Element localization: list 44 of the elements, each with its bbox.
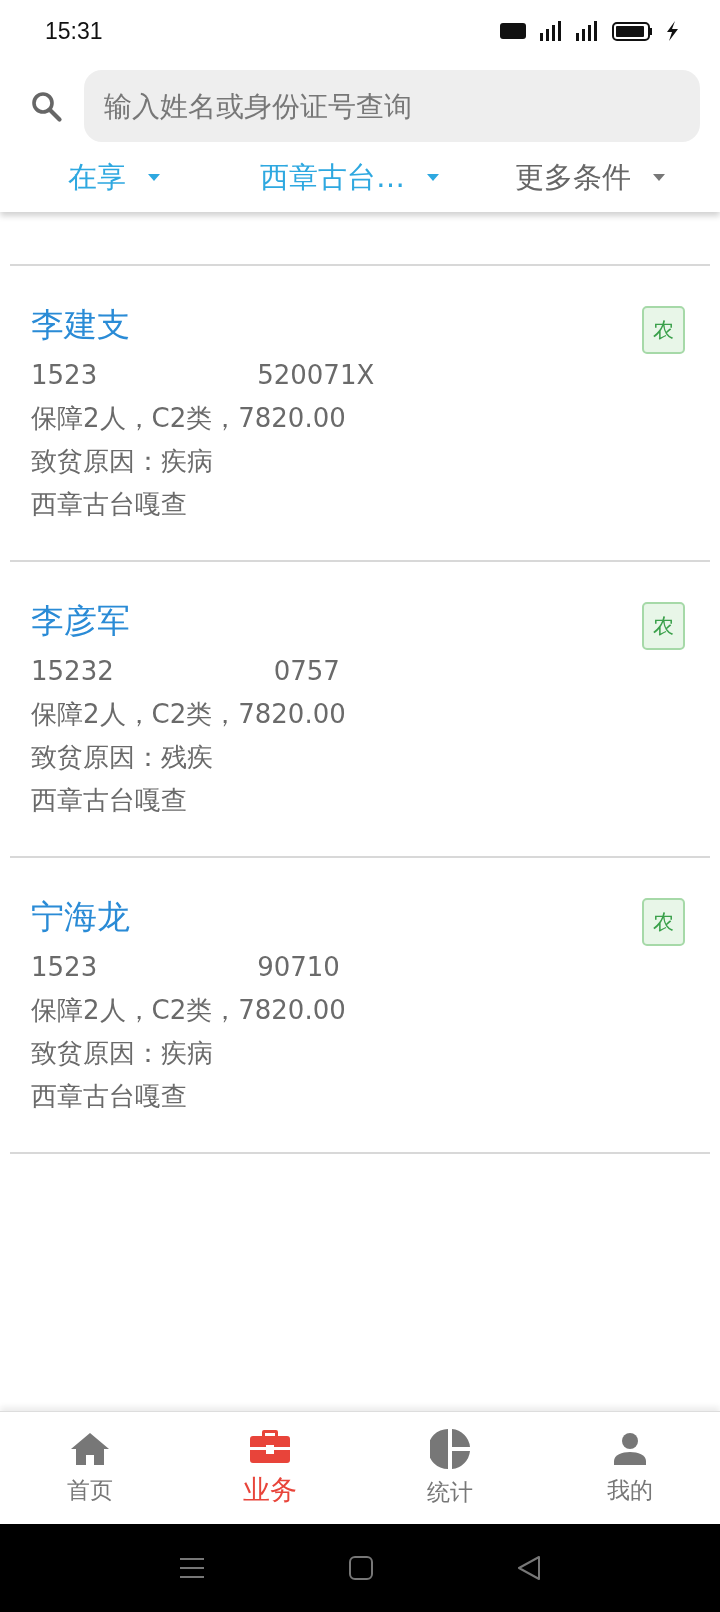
square-home-icon[interactable] [349, 1556, 373, 1580]
pie-chart-icon [430, 1428, 470, 1469]
briefcase-icon [250, 1428, 290, 1464]
id-number: 90710 [257, 951, 340, 984]
search-field[interactable]: 输入姓名或身份证号查询 [84, 70, 700, 142]
filter-dropdown[interactable]: 更多条件 [515, 154, 665, 202]
signal-icon [540, 21, 562, 41]
id-number: 1523 [31, 359, 98, 392]
person-name[interactable]: 宁海龙 [31, 892, 130, 942]
id-number: 15232 [31, 655, 114, 688]
person-icon [612, 1430, 648, 1467]
back-icon[interactable] [517, 1556, 541, 1580]
poverty-cause: 致贫原因：残疾 [31, 741, 213, 774]
support-info: 保障2人，C2类，7820.00 [31, 994, 346, 1027]
support-info: 保障2人，C2类，7820.00 [31, 698, 346, 731]
poverty-cause: 致贫原因：疾病 [31, 1037, 213, 1070]
location-text: 西章古台嘎查 [31, 488, 187, 521]
support-info: 保障2人，C2类，7820.00 [31, 402, 346, 435]
category-tag: 农 [642, 602, 685, 650]
nav-tab[interactable]: 我的 [540, 1412, 720, 1524]
nav-tab[interactable]: 统计 [360, 1412, 540, 1524]
nav-tab[interactable]: 业务 [180, 1412, 360, 1524]
id-number: 520071X [257, 359, 375, 392]
category-tag: 农 [642, 306, 685, 354]
menu-icon[interactable] [179, 1556, 205, 1580]
caret-icon [148, 174, 160, 182]
caret-icon [653, 174, 665, 182]
filter-dropdown[interactable]: 西章古台… [260, 154, 439, 202]
id-number: 0757 [273, 655, 340, 688]
status-time: 15:31 [45, 17, 103, 45]
person-name[interactable]: 李彦军 [31, 596, 130, 646]
location-text: 西章古台嘎查 [31, 784, 187, 817]
person-name[interactable]: 李建支 [31, 300, 130, 350]
filter-dropdown[interactable]: 在享 [68, 154, 160, 202]
id-number: 1523 [31, 951, 98, 984]
caret-icon [427, 174, 439, 182]
battery-icon [612, 21, 652, 41]
poverty-cause: 致贫原因：疾病 [31, 445, 213, 478]
category-tag: 农 [642, 898, 685, 946]
location-text: 西章古台嘎查 [31, 1080, 187, 1113]
nav-tab[interactable]: 首页 [0, 1412, 180, 1524]
home-icon [70, 1430, 110, 1467]
charging-icon [666, 21, 678, 41]
signal-icon [576, 21, 598, 41]
